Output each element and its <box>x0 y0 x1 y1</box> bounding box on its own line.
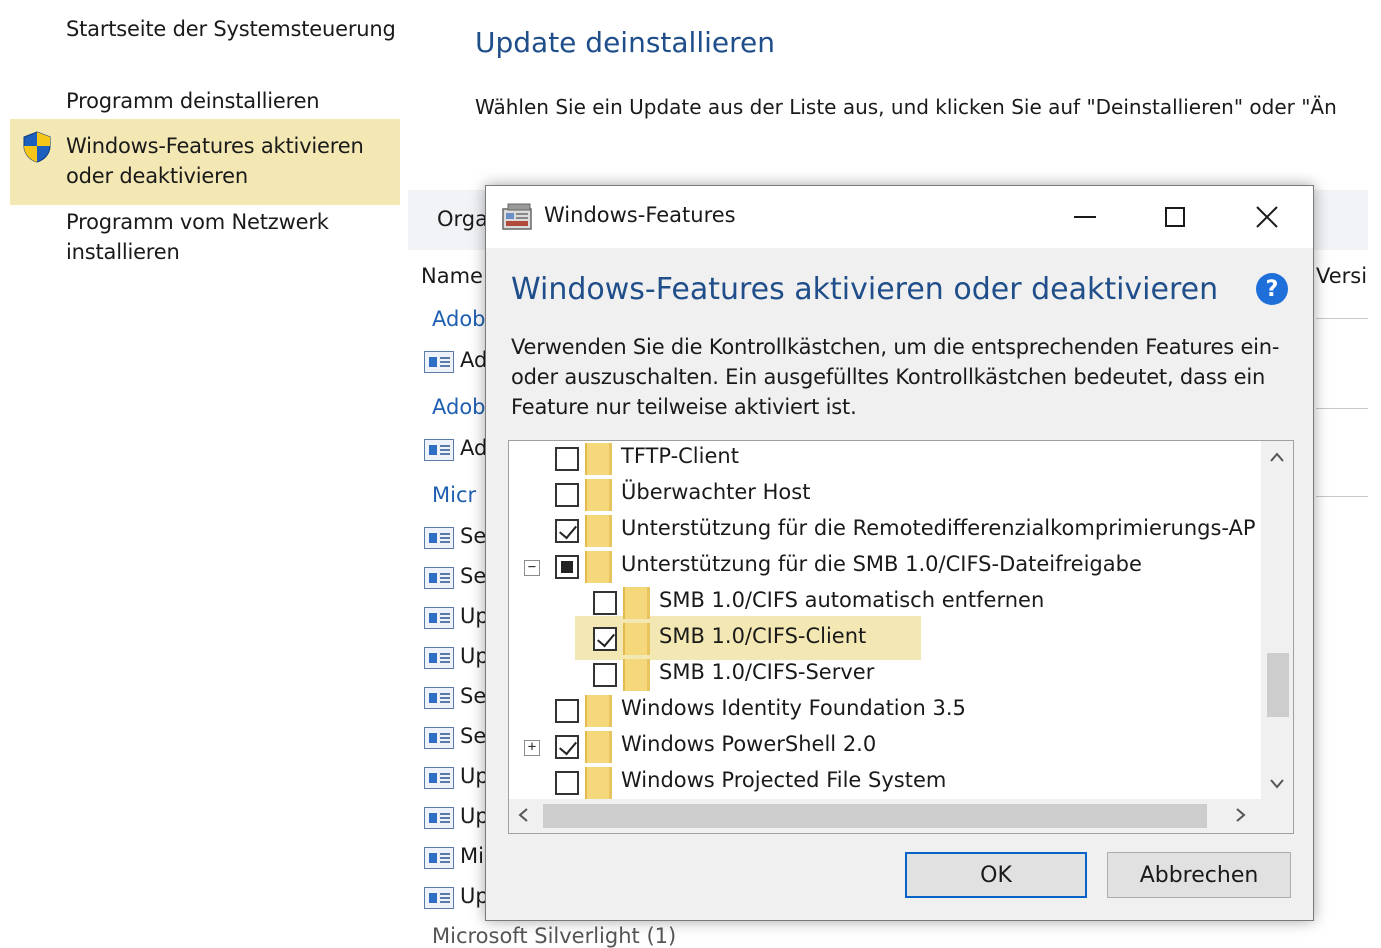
collapse-icon[interactable]: − <box>524 560 540 576</box>
feature-label: Windows Projected File System <box>621 768 947 792</box>
feature-checkbox[interactable] <box>555 447 579 471</box>
column-header-name[interactable]: Name <box>421 264 483 288</box>
feature-label: Unterstützung für die Remotedifferenzial… <box>621 516 1256 540</box>
feature-checkbox[interactable] <box>555 519 579 543</box>
folder-icon <box>585 731 612 763</box>
feature-label: SMB 1.0/CIFS automatisch entfernen <box>659 588 1045 612</box>
help-icon[interactable]: ? <box>1256 273 1288 305</box>
cancel-button[interactable]: Abbrechen <box>1107 852 1291 898</box>
page-title: Update deinstallieren <box>475 26 775 59</box>
scroll-up-icon[interactable] <box>1269 447 1285 468</box>
maximize-button[interactable] <box>1129 186 1221 248</box>
folder-icon <box>585 443 612 475</box>
uac-shield-icon <box>23 131 51 163</box>
folder-icon <box>623 623 650 655</box>
feature-label: Überwachter Host <box>621 480 811 504</box>
nav-link-uninstall[interactable]: Programm deinstallieren <box>66 86 320 116</box>
feature-label: Windows PowerShell 2.0 <box>621 732 877 756</box>
feature-checkbox[interactable] <box>555 555 579 579</box>
update-icon <box>424 807 454 829</box>
feature-label: Unterstützung für die SMB 1.0/CIFS-Datei… <box>621 552 1142 576</box>
expand-icon[interactable]: + <box>524 740 540 756</box>
update-icon <box>424 607 454 629</box>
group-header[interactable]: Adob <box>432 395 486 419</box>
update-icon <box>424 527 454 549</box>
feature-checkbox[interactable] <box>555 699 579 723</box>
group-header[interactable]: Adob <box>432 307 486 331</box>
windows-features-dialog: Windows-Features Windows-Features aktivi… <box>485 185 1314 921</box>
group-separator <box>1316 496 1368 497</box>
update-icon <box>424 351 454 373</box>
close-icon <box>1256 206 1278 228</box>
update-icon <box>424 567 454 589</box>
horizontal-scroll-thumb[interactable] <box>543 804 1207 828</box>
horizontal-scrollbar[interactable] <box>509 799 1293 833</box>
list-item[interactable]: Ad <box>460 348 487 372</box>
group-separator <box>1316 318 1368 319</box>
ok-button[interactable]: OK <box>905 852 1087 898</box>
folder-icon <box>623 587 650 619</box>
close-button[interactable] <box>1221 186 1313 248</box>
minimize-icon <box>1074 216 1096 218</box>
folder-icon <box>623 659 650 691</box>
feature-checkbox[interactable] <box>593 663 617 687</box>
group-separator <box>1316 408 1368 409</box>
windows-features-icon <box>502 203 532 230</box>
nav-link-home[interactable]: Startseite der Systemsteuerung <box>66 14 396 44</box>
folder-icon <box>585 479 612 511</box>
dialog-heading: Windows-Features aktivieren oder deaktiv… <box>511 272 1219 307</box>
folder-icon <box>585 695 612 727</box>
feature-label: TFTP-Client <box>621 444 739 468</box>
list-item[interactable]: Se <box>460 564 486 588</box>
page-description: Wählen Sie ein Update aus der Liste aus,… <box>475 95 1337 119</box>
feature-label: Windows Identity Foundation 3.5 <box>621 696 966 720</box>
dialog-title: Windows-Features <box>544 203 736 227</box>
update-icon <box>424 767 454 789</box>
feature-label: SMB 1.0/CIFS-Server <box>659 660 875 684</box>
nav-link-network-line2: installieren <box>66 240 180 264</box>
update-icon <box>424 687 454 709</box>
group-header[interactable]: Microsoft Silverlight (1) <box>432 924 676 948</box>
feature-checkbox[interactable] <box>555 735 579 759</box>
organize-button[interactable]: Orga <box>437 207 488 231</box>
list-item[interactable]: Ad <box>460 436 487 460</box>
feature-checkbox[interactable] <box>593 627 617 651</box>
nav-link-features[interactable]: Windows-Features aktivieren oder deaktiv… <box>66 131 364 191</box>
scroll-right-icon[interactable] <box>1235 807 1247 828</box>
scroll-left-icon[interactable] <box>517 807 529 828</box>
update-icon <box>424 727 454 749</box>
nav-link-network[interactable]: Programm vom Netzwerk installieren <box>66 207 329 267</box>
feature-checkbox[interactable] <box>555 483 579 507</box>
list-item[interactable]: Se <box>460 524 486 548</box>
feature-label: SMB 1.0/CIFS-Client <box>659 624 867 648</box>
nav-link-features-line1: Windows-Features aktivieren <box>66 134 364 158</box>
list-item[interactable]: Mi <box>460 844 484 868</box>
nav-link-features-line2: oder deaktivieren <box>66 164 248 188</box>
vertical-scroll-thumb[interactable] <box>1267 653 1289 717</box>
list-item[interactable]: Se <box>460 724 486 748</box>
scroll-down-icon[interactable] <box>1269 773 1285 794</box>
update-icon <box>424 847 454 869</box>
update-icon <box>424 887 454 909</box>
group-header[interactable]: Micr <box>432 483 476 507</box>
dialog-titlebar[interactable]: Windows-Features <box>486 186 1313 248</box>
folder-icon <box>585 515 612 547</box>
column-header-version[interactable]: Versi <box>1316 264 1367 288</box>
folder-icon <box>585 551 612 583</box>
dialog-description: Verwenden Sie die Kontrollkästchen, um d… <box>511 335 1280 419</box>
minimize-button[interactable] <box>1039 186 1131 248</box>
update-icon <box>424 439 454 461</box>
list-item[interactable]: Se <box>460 684 486 708</box>
update-icon <box>424 647 454 669</box>
nav-link-network-line1: Programm vom Netzwerk <box>66 210 329 234</box>
folder-icon <box>585 767 612 799</box>
feature-tree[interactable]: TFTP-Client Überwachter Host Unterstützu… <box>508 440 1294 834</box>
feature-checkbox[interactable] <box>555 771 579 795</box>
feature-checkbox[interactable] <box>593 591 617 615</box>
maximize-icon <box>1165 207 1185 227</box>
vertical-scrollbar[interactable] <box>1261 441 1293 799</box>
